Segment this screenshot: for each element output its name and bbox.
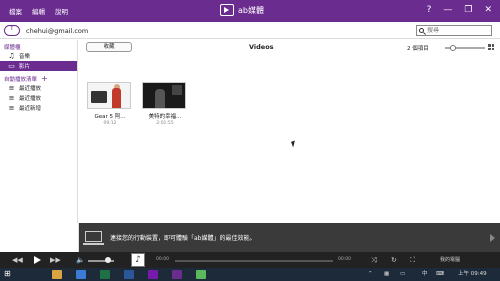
sidebar-item-music[interactable]: ♫ 音樂 [0,51,77,61]
green-app-icon[interactable] [196,270,206,279]
video-duration: 09:12 [103,121,117,126]
content-toolbar: 收藏 Videos 2 個項目 [79,40,500,54]
time-current: 00:00 [156,257,169,262]
restore-icon[interactable]: ❐ [464,5,472,15]
onenote-icon[interactable] [148,270,158,279]
account-email[interactable]: chehui@gmail.com [26,27,88,35]
windows-taskbar: ⊞ ⌃ ▦ ▭ 中 ⌨ 上午 09:49 [0,268,500,281]
video-tile[interactable]: Gear 5 阿... 09:12 [87,82,133,126]
video-icon: ▭ [8,62,15,70]
collection-button[interactable]: 收藏 [86,42,132,52]
video-tile[interactable]: 美特的幸福... 2:01:55 [142,82,188,126]
video-title: Gear 5 阿... [94,114,126,120]
laptop-icon [83,231,104,245]
sidebar-item-label: 最近播放 [19,96,42,102]
menu-file[interactable]: 檔案 [9,6,22,16]
cloud-upload-icon[interactable] [4,24,20,36]
window-controls: ? — ❐ ✕ [427,5,492,15]
play-icon[interactable] [31,254,43,266]
video-thumbnail[interactable] [87,82,131,109]
search-box[interactable] [416,25,492,36]
device-notice: 連接您的行動裝置，即可體驗「ab媒體」的最佳效能。 [79,223,500,252]
grid-view-icon[interactable] [488,44,494,50]
word-icon[interactable] [124,270,134,279]
sidebar-item-label: 音樂 [19,54,31,60]
progress-bar[interactable] [175,260,333,262]
app-title-text: ab媒體 [238,5,264,15]
player-bar: ◀◀ ▶▶ 🔈 ♪ 00:00 00:00 ⤨ ↻ ⛶ 我的電腦 [0,252,500,268]
excel-icon[interactable] [100,270,110,279]
playlists-header: 自動播放清單 + [4,74,48,83]
windows-start-icon[interactable]: ⊞ [4,269,11,279]
sidebar-item-playlist[interactable]: ≡ 最近播放 [0,83,77,93]
time-total: 00:00 [338,257,351,262]
menu-bar: 檔案 編輯 說明 [9,6,68,16]
now-playing-art-icon[interactable]: ♪ [131,253,145,267]
sidebar-item-label: 最近新增 [19,106,42,112]
help-icon[interactable]: ? [427,5,432,15]
page-title: Videos [249,43,274,51]
fullscreen-icon[interactable]: ⛶ [410,255,415,265]
clock[interactable]: 上午 09:49 [458,270,487,279]
playlist-icon: ≡ [8,94,15,102]
my-computer-label[interactable]: 我的電腦 [440,255,460,265]
battery-icon[interactable]: ▭ [400,270,405,279]
search-input[interactable] [427,27,487,34]
notice-arrow-icon[interactable] [490,234,495,242]
store-icon[interactable] [76,270,86,279]
music-icon: ♫ [8,52,15,60]
close-icon[interactable]: ✕ [484,5,492,15]
video-thumbnail[interactable] [142,82,186,109]
minimize-icon[interactable]: — [443,5,452,15]
video-duration: 2:01:55 [156,121,174,126]
add-playlist-icon[interactable]: + [41,74,48,83]
item-count: 2 個項目 [407,46,429,52]
shuffle-icon[interactable]: ⤨ [371,255,377,265]
menu-help[interactable]: 說明 [55,6,68,16]
volume-slider-thumb[interactable] [104,257,111,263]
sidebar-item-playlist[interactable]: ≡ 最近新增 [0,103,77,113]
volume-icon[interactable]: 🔈 [76,255,85,265]
search-icon [419,28,424,33]
video-title: 美特的幸福... [148,114,182,120]
sidebar-item-playlist[interactable]: ≡ 最近播放 [0,93,77,103]
app-logo-icon [220,4,234,16]
sidebar-item-label: 影片 [19,64,31,70]
ime-indicator[interactable]: 中 [422,270,428,279]
menu-edit[interactable]: 編輯 [32,6,45,16]
repeat-icon[interactable]: ↻ [391,255,397,265]
network-icon[interactable]: ▦ [384,270,389,279]
library-header: 媒體櫃 [4,45,21,51]
tray-up-icon[interactable]: ⌃ [368,270,373,279]
previous-icon[interactable]: ◀◀ [12,255,23,265]
zoom-slider-thumb[interactable] [450,44,457,51]
playlist-icon: ≡ [8,84,15,92]
next-icon[interactable]: ▶▶ [50,255,61,265]
account-bar: chehui@gmail.com [0,22,500,39]
playlist-icon: ≡ [8,104,15,112]
notice-text: 連接您的行動裝置，即可體驗「ab媒體」的最佳效能。 [110,235,256,242]
app-title: ab媒體 [220,4,264,16]
ab-media-icon[interactable] [172,270,182,279]
keyboard-icon[interactable]: ⌨ [436,270,444,279]
sidebar: 媒體櫃 ♫ 音樂 ▭ 影片 自動播放清單 + ≡ 最近播放 ≡ 最近播放 ≡ 最… [0,40,78,223]
main-content: 收藏 Videos 2 個項目 Gear 5 阿... 09:12 美特的幸福.… [79,40,500,223]
title-bar: 檔案 編輯 說明 ab媒體 ? — ❐ ✕ [0,0,500,22]
sidebar-footer [0,223,79,252]
sidebar-item-label: 最近播放 [19,86,42,92]
sidebar-item-videos[interactable]: ▭ 影片 [0,61,77,71]
file-explorer-icon[interactable] [52,270,62,279]
